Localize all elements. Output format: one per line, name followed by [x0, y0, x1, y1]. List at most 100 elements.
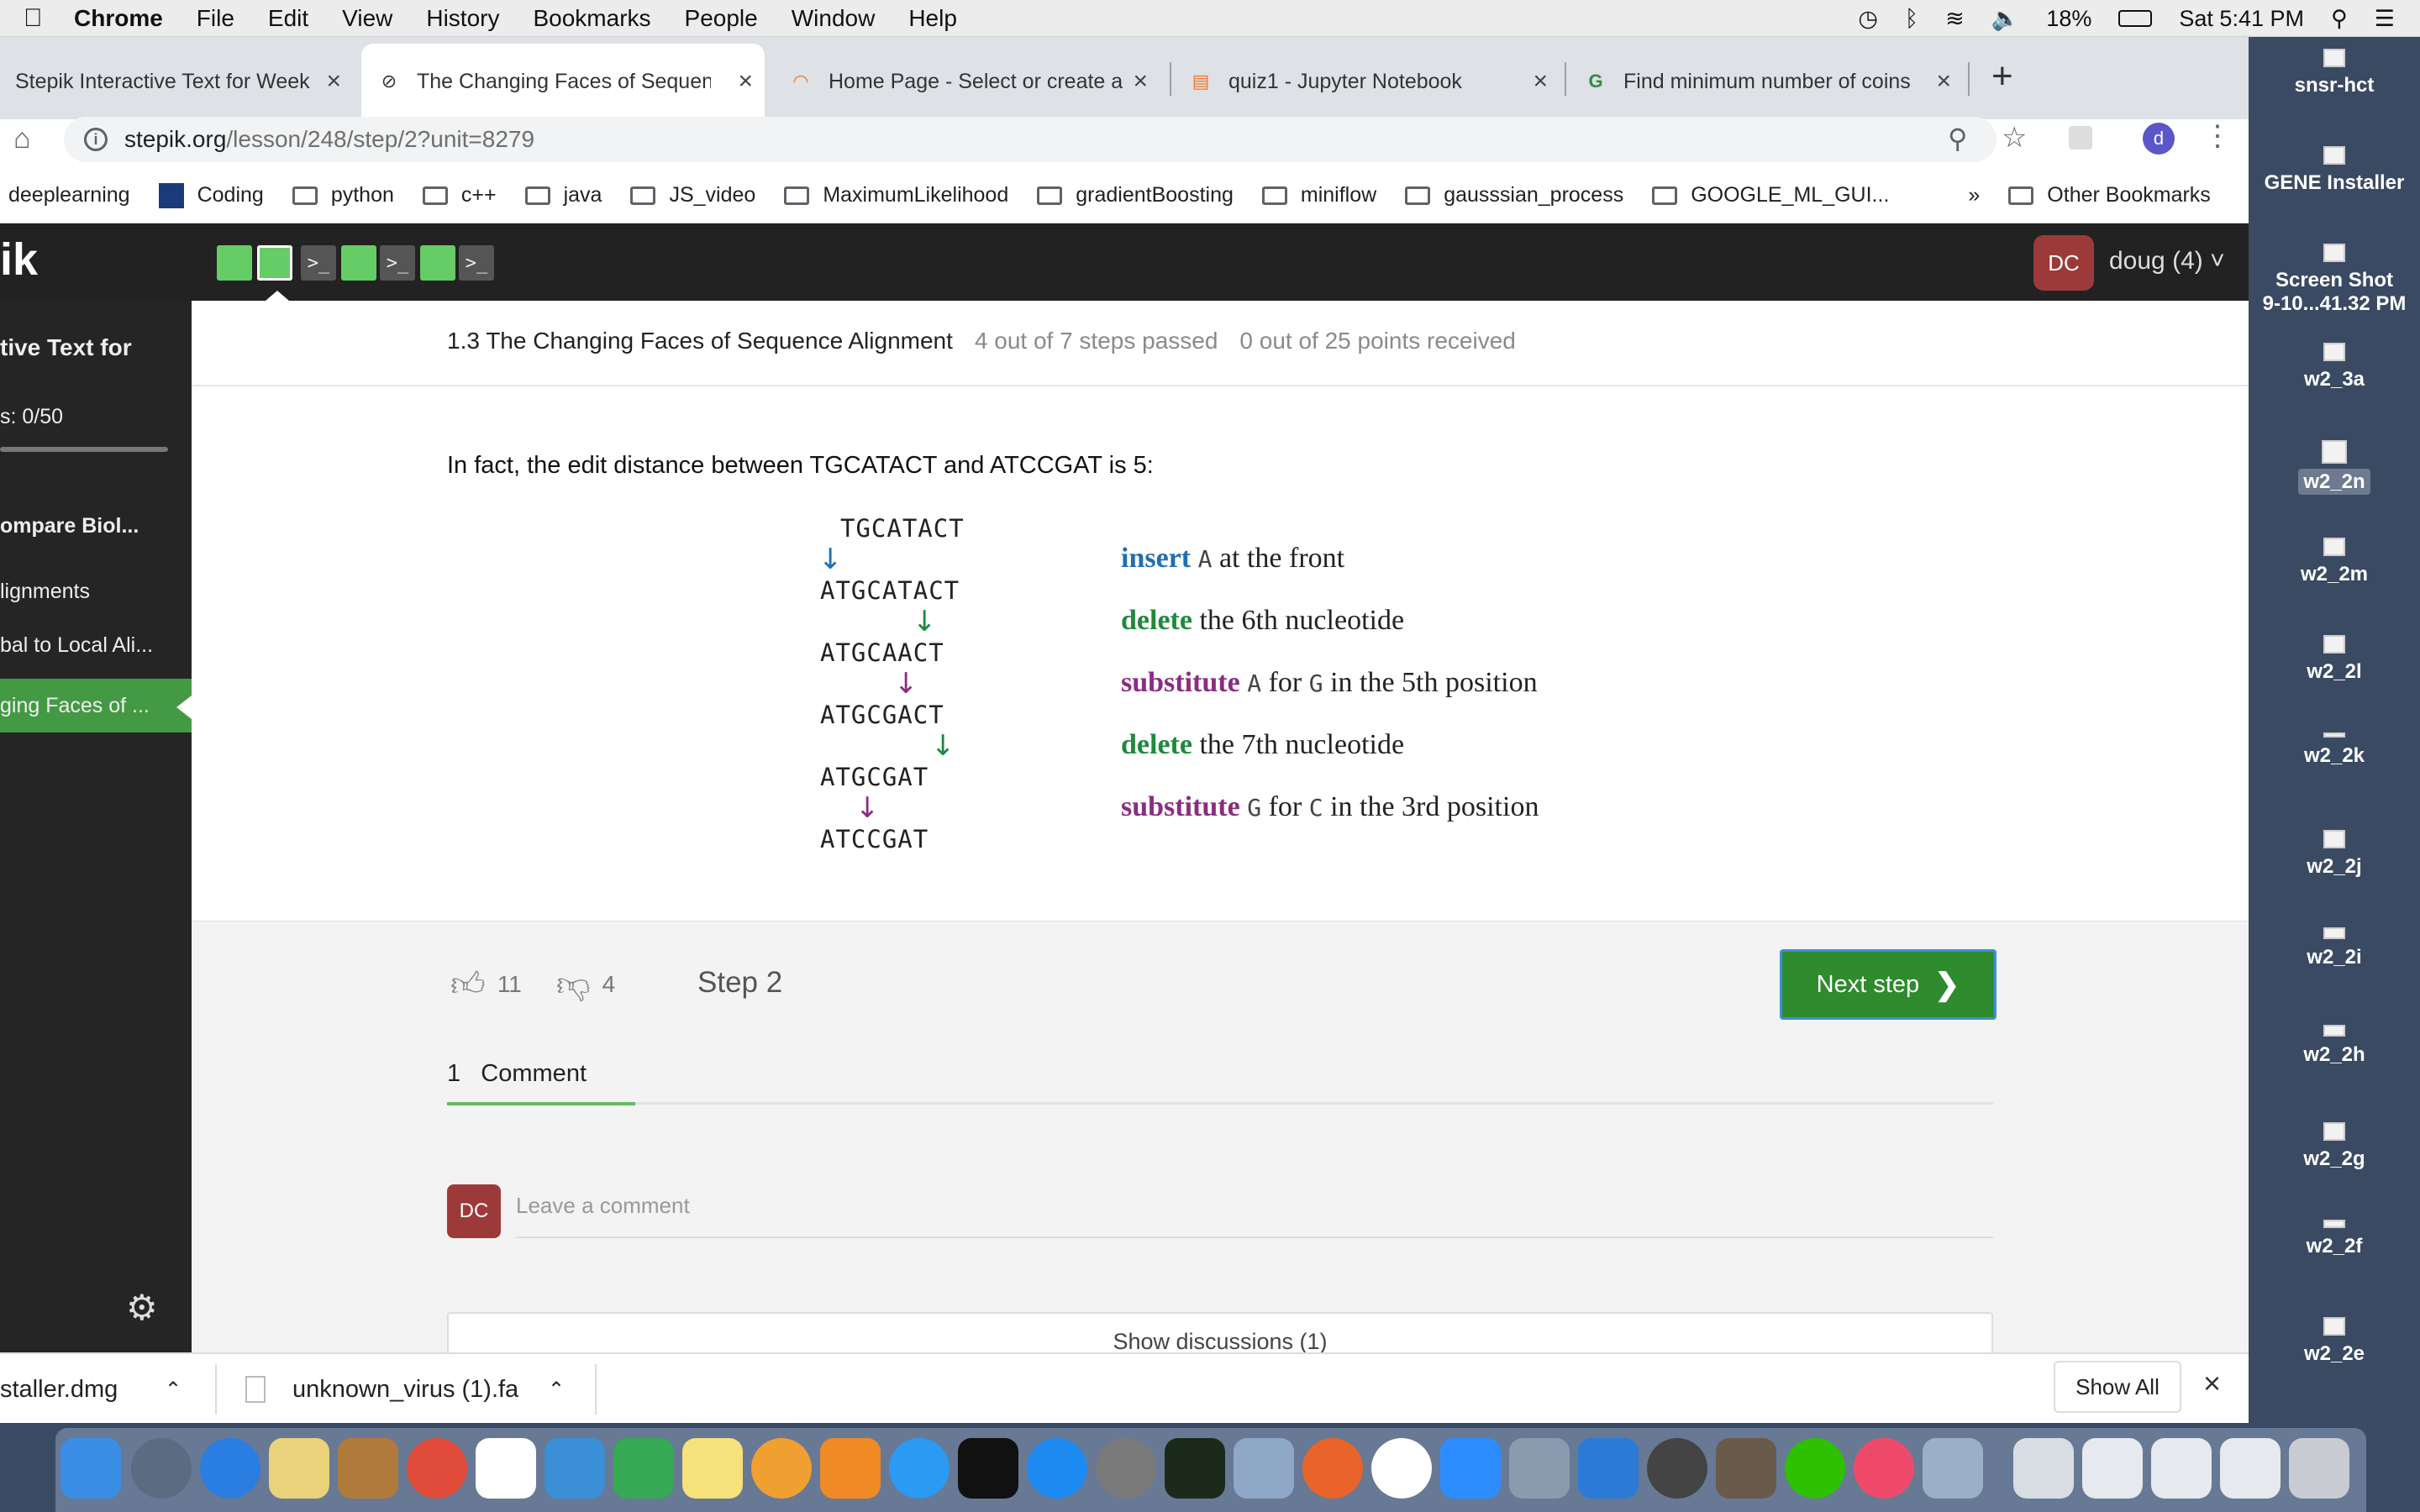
step-indicator[interactable]	[420, 245, 455, 281]
battery-icon[interactable]	[2118, 10, 2153, 27]
apple-icon[interactable]: 	[24, 4, 74, 33]
bookmarks-overflow-chevron-icon[interactable]: »	[1968, 183, 1980, 207]
close-tab-icon[interactable]: ×	[326, 67, 341, 96]
menu-history[interactable]: History	[426, 5, 499, 32]
stepik-logo[interactable]: ik	[0, 234, 38, 286]
step-indicator-current[interactable]	[257, 245, 292, 281]
site-info-icon[interactable]: i	[84, 128, 108, 151]
photos-icon[interactable]	[751, 1438, 812, 1499]
keynote-icon[interactable]	[544, 1438, 605, 1499]
new-tab-icon[interactable]: +	[1991, 55, 2013, 97]
bluetooth-icon[interactable]: ᛒ	[1905, 6, 1918, 32]
stickies-icon[interactable]	[682, 1438, 743, 1499]
close-tab-icon[interactable]: ×	[1533, 67, 1548, 96]
settings-gear-icon[interactable]: ⚙	[126, 1287, 158, 1328]
bookmark-folder-maximumlikelihood[interactable]: MaximumLikelihood	[784, 183, 1008, 207]
screenshot-stack-icon[interactable]	[2082, 1438, 2143, 1499]
sidebar-item-changing-faces[interactable]: ging Faces of ...	[0, 679, 192, 732]
desktop-file[interactable]: w2_2j	[2249, 830, 2420, 879]
tab-comments[interactable]: 1 Comment	[447, 1060, 587, 1088]
preview-icon[interactable]	[1716, 1438, 1776, 1499]
step-indicator[interactable]	[217, 245, 252, 281]
lesson-title[interactable]: 1.3 The Changing Faces of Sequence Align…	[447, 328, 953, 354]
bookmark-folder-cpp[interactable]: c++	[422, 183, 497, 207]
menu-chrome[interactable]: Chrome	[74, 5, 163, 32]
user-avatar[interactable]: DC	[2033, 235, 2094, 291]
close-tab-icon[interactable]: ×	[1936, 67, 1951, 96]
step-indicator-code-icon[interactable]: >_	[459, 245, 494, 281]
desktop-file[interactable]: w2_2h	[2249, 1025, 2420, 1067]
download-item[interactable]: staller.dmg ⌃	[0, 1354, 202, 1425]
screenshot-stack-icon[interactable]	[2151, 1438, 2212, 1499]
tab-quiz1[interactable]: ▤ quiz1 - Jupyter Notebook ×	[1173, 44, 1560, 119]
chevron-up-icon[interactable]: ⌃	[548, 1378, 565, 1402]
tab-stepik-interactive[interactable]: Stepik Interactive Text for Week ×	[0, 44, 353, 119]
bookmark-star-icon[interactable]: ☆	[2002, 121, 2027, 155]
sidebar-item-alignments[interactable]: lignments	[0, 580, 90, 604]
image-capture-icon[interactable]	[1923, 1438, 1983, 1499]
bookmark-folder-gradientboosting[interactable]: gradientBoosting	[1037, 183, 1234, 207]
notes-icon[interactable]	[269, 1438, 329, 1499]
address-bar[interactable]: i stepik.org/lesson/248/step/2?unit=8279	[64, 117, 1996, 162]
menu-edit[interactable]: Edit	[268, 5, 308, 32]
time-machine-icon[interactable]: ◷	[1858, 6, 1878, 32]
notification-center-icon[interactable]: ☰	[2375, 6, 2395, 32]
activity-monitor-icon[interactable]	[1165, 1438, 1225, 1499]
menu-file[interactable]: File	[197, 5, 234, 32]
app-store-icon[interactable]	[1027, 1438, 1087, 1499]
bookmark-folder-java[interactable]: java	[524, 183, 602, 207]
menu-bookmarks[interactable]: Bookmarks	[533, 5, 650, 32]
desktop-file[interactable]: w2_2k	[2249, 732, 2420, 768]
wechat-icon[interactable]	[1785, 1438, 1845, 1499]
numbers-icon[interactable]	[613, 1438, 674, 1499]
desktop-file[interactable]: w2_2f	[2249, 1220, 2420, 1258]
step-indicator-code-icon[interactable]: >_	[301, 245, 336, 281]
tab-home-page[interactable]: ◠ Home Page - Select or create a ×	[773, 44, 1160, 119]
close-tab-icon[interactable]: ×	[1133, 67, 1148, 96]
bookmark-folder-other[interactable]: Other Bookmarks	[2008, 183, 2211, 207]
bookmark-folder-python[interactable]: python	[292, 183, 394, 207]
quicktime-icon[interactable]	[1647, 1438, 1707, 1499]
show-all-downloads-button[interactable]: Show All	[2054, 1361, 2181, 1413]
menu-help[interactable]: Help	[908, 5, 957, 32]
desktop-file[interactable]: w2_2i	[2249, 927, 2420, 969]
contacts-icon[interactable]	[338, 1438, 398, 1499]
launchpad-icon[interactable]	[131, 1438, 192, 1499]
desktop-file[interactable]: w2_2e	[2249, 1317, 2420, 1366]
desktop-file[interactable]: GENE Installer	[2249, 146, 2420, 195]
desktop-file[interactable]: Screen Shot 9-10...41.32 PM	[2249, 244, 2420, 316]
file-merge-icon[interactable]	[1234, 1438, 1294, 1499]
desktop-file[interactable]: snsr-hct	[2249, 49, 2420, 97]
menu-view[interactable]: View	[342, 5, 392, 32]
documents-folder-icon[interactable]	[2013, 1438, 2074, 1499]
menu-window[interactable]: Window	[792, 5, 876, 32]
desktop-file[interactable]: w2_2l	[2249, 635, 2420, 684]
chevron-up-icon[interactable]: ⌃	[165, 1378, 182, 1402]
next-step-button[interactable]: Next step ❯	[1780, 949, 1996, 1020]
sidebar-section-compare[interactable]: ompare Biol...	[0, 514, 139, 538]
r-icon[interactable]	[1509, 1438, 1570, 1499]
firefox-icon[interactable]	[1302, 1438, 1363, 1499]
sidebar-course-title[interactable]: tive Text for	[0, 334, 132, 361]
desktop-file[interactable]: w2_2g	[2249, 1122, 2420, 1171]
chrome-icon[interactable]	[407, 1438, 467, 1499]
dislike-button[interactable]: 👎︎ 4	[556, 964, 615, 1005]
system-preferences-icon[interactable]	[1096, 1438, 1156, 1499]
home-icon[interactable]: ⌂	[13, 123, 31, 155]
user-menu[interactable]: doug (4) ˅	[2109, 247, 2225, 276]
desktop-file-selected[interactable]: w2_2n	[2249, 440, 2420, 495]
battery-percent[interactable]: 18%	[2046, 6, 2091, 32]
zoom-app-icon[interactable]	[1440, 1438, 1501, 1499]
volume-icon[interactable]: 🔈	[1991, 5, 2020, 32]
close-tab-icon[interactable]: ×	[738, 67, 753, 96]
tab-changing-faces[interactable]: ⊘ The Changing Faces of Sequence ×	[361, 44, 765, 119]
calendar-icon[interactable]	[476, 1438, 536, 1499]
downloads-stack-icon[interactable]	[2220, 1438, 2281, 1499]
step-indicator-code-icon[interactable]: >_	[380, 245, 415, 281]
bookmark-folder-js-video[interactable]: JS_video	[630, 183, 755, 207]
download-item[interactable]: unknown_virus (1).fa ⌃	[245, 1354, 581, 1425]
bookmark-coding[interactable]: Coding	[158, 182, 264, 208]
bookmark-folder-gausssian-process[interactable]: gausssian_process	[1405, 183, 1623, 207]
zoom-icon[interactable]: ⚲	[1948, 123, 1967, 155]
sidebar-item-global-to-local[interactable]: bal to Local Ali...	[0, 633, 153, 658]
